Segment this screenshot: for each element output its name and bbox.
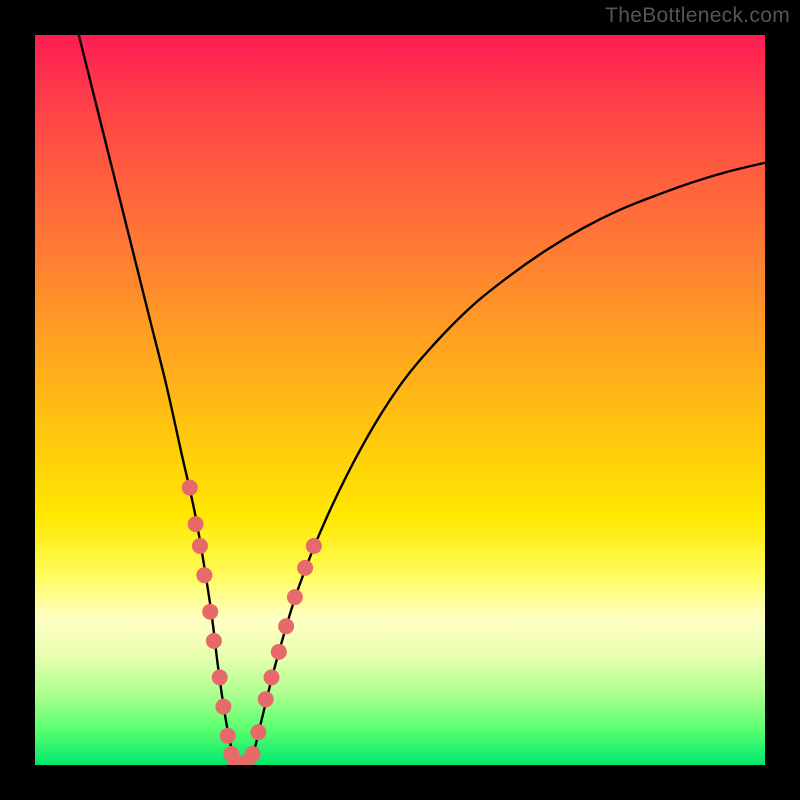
data-point (245, 746, 261, 762)
data-point (215, 699, 231, 715)
data-point (250, 724, 266, 740)
data-point (306, 538, 322, 554)
data-point (278, 618, 294, 634)
data-point (258, 691, 274, 707)
plot-area (35, 35, 765, 765)
data-point (182, 480, 198, 496)
data-point-layer (35, 35, 765, 765)
data-point (188, 516, 204, 532)
data-point (287, 589, 303, 605)
data-point (192, 538, 208, 554)
data-point (196, 567, 212, 583)
chart-stage: TheBottleneck.com (0, 0, 800, 800)
watermark-text: TheBottleneck.com (605, 4, 790, 28)
data-point (202, 604, 218, 620)
data-point (220, 728, 236, 744)
data-point (206, 633, 222, 649)
data-point (271, 644, 287, 660)
data-point (264, 669, 280, 685)
data-point (212, 669, 228, 685)
data-point (297, 560, 313, 576)
